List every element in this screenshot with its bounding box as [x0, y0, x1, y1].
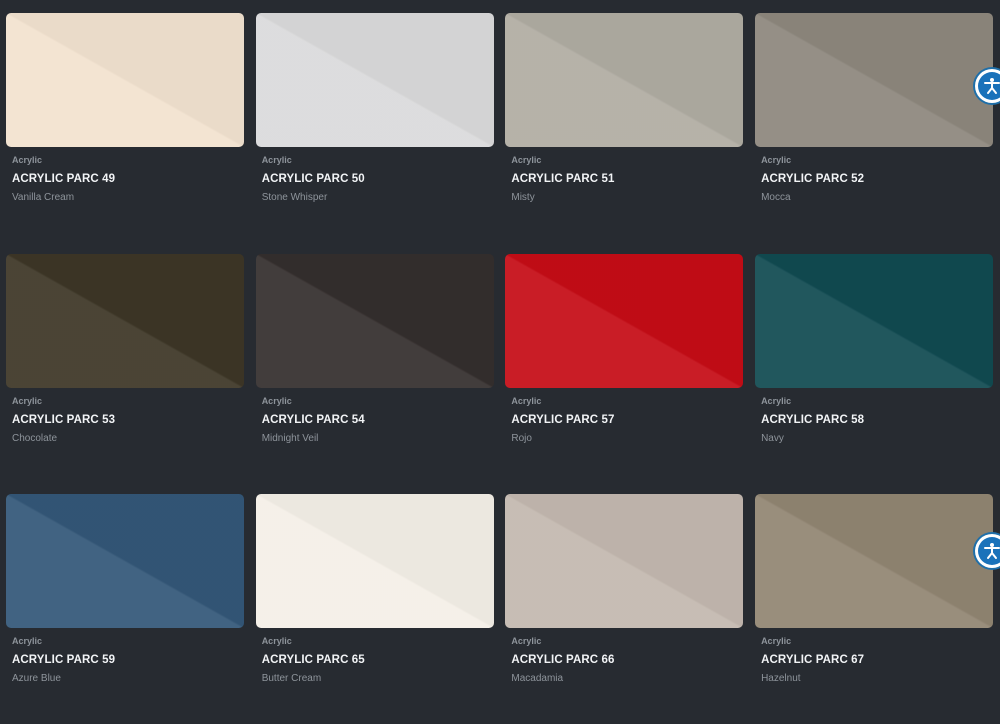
product-code[interactable]: ACRYLIC PARC 67	[761, 653, 993, 667]
product-category: Acrylic	[761, 155, 792, 165]
product-code[interactable]: ACRYLIC PARC 58	[761, 413, 993, 427]
product-code[interactable]: ACRYLIC PARC 57	[511, 413, 743, 427]
product-color-name: Chocolate	[12, 432, 58, 444]
product-code[interactable]: ACRYLIC PARC 65	[262, 653, 494, 667]
product-card[interactable]: Acrylic ACRYLIC PARC 57 Rojo	[505, 253, 744, 484]
product-color-name: Hazelnut	[761, 673, 801, 685]
product-category: Acrylic	[761, 636, 792, 647]
product-category: Acrylic	[261, 395, 292, 406]
color-swatch[interactable]	[255, 494, 494, 629]
product-code[interactable]: ACRYLIC PARC 59	[12, 653, 244, 667]
product-grid: Acrylic ACRYLIC PARC 49 Vanilla Cream Ac…	[6, 13, 994, 724]
product-color-name: Midnight Veil	[261, 432, 319, 444]
color-swatch[interactable]	[755, 13, 994, 147]
product-code[interactable]: ACRYLIC PARC 66	[511, 653, 743, 667]
product-category: Acrylic	[261, 636, 292, 647]
product-card[interactable]: Acrylic ACRYLIC PARC 58 Navy	[755, 253, 994, 484]
product-code[interactable]: ACRYLIC PARC 54	[262, 413, 494, 427]
color-swatch[interactable]	[6, 13, 244, 147]
color-swatch[interactable]	[6, 253, 244, 388]
color-swatch[interactable]	[255, 13, 494, 147]
color-swatch[interactable]	[755, 494, 994, 629]
product-category: Acrylic	[511, 155, 542, 165]
product-category: Acrylic	[511, 395, 542, 406]
color-swatch[interactable]	[755, 253, 994, 388]
color-swatch[interactable]	[255, 253, 494, 388]
product-card[interactable]: Acrylic ACRYLIC PARC 59 Azure Blue	[6, 494, 244, 724]
accessibility-icon	[978, 72, 1000, 100]
accessibility-icon	[978, 537, 1000, 565]
color-swatch[interactable]	[6, 494, 244, 629]
product-code[interactable]: ACRYLIC PARC 51	[511, 172, 743, 186]
product-color-name: Rojo	[511, 432, 532, 444]
product-color-name: Navy	[761, 432, 784, 444]
product-card[interactable]: Acrylic ACRYLIC PARC 50 Stone Whisper	[255, 13, 494, 243]
product-color-name: Vanilla Cream	[12, 192, 75, 203]
product-category: Acrylic	[12, 155, 43, 165]
product-card[interactable]: Acrylic ACRYLIC PARC 54 Midnight Veil	[255, 253, 494, 484]
product-card[interactable]: Acrylic ACRYLIC PARC 66 Macadamia	[505, 494, 744, 724]
product-color-name: Misty	[511, 192, 535, 203]
product-card[interactable]: Acrylic ACRYLIC PARC 65 Butter Cream	[255, 494, 494, 724]
product-color-name: Macadamia	[511, 673, 564, 685]
product-category: Acrylic	[261, 155, 292, 165]
product-color-name: Mocca	[761, 192, 791, 203]
color-swatch[interactable]	[505, 13, 744, 147]
product-category: Acrylic	[12, 395, 43, 406]
product-category: Acrylic	[761, 395, 792, 406]
product-code[interactable]: ACRYLIC PARC 52	[761, 172, 993, 186]
product-card[interactable]: Acrylic ACRYLIC PARC 52 Mocca	[755, 13, 994, 243]
product-code[interactable]: ACRYLIC PARC 50	[262, 172, 494, 186]
product-category: Acrylic	[12, 636, 43, 647]
color-swatch[interactable]	[505, 253, 744, 388]
product-card[interactable]: Acrylic ACRYLIC PARC 49 Vanilla Cream	[6, 13, 244, 243]
product-card[interactable]: Acrylic ACRYLIC PARC 51 Misty	[505, 13, 744, 243]
product-color-name: Azure Blue	[12, 673, 61, 685]
product-code[interactable]: ACRYLIC PARC 49	[12, 172, 244, 186]
product-card[interactable]: Acrylic ACRYLIC PARC 67 Hazelnut	[755, 494, 994, 724]
product-category: Acrylic	[511, 636, 542, 647]
product-code[interactable]: ACRYLIC PARC 53	[12, 413, 244, 427]
product-card[interactable]: Acrylic ACRYLIC PARC 53 Chocolate	[6, 253, 244, 484]
product-color-name: Butter Cream	[261, 673, 322, 685]
product-color-name: Stone Whisper	[261, 192, 328, 203]
color-swatch[interactable]	[505, 494, 744, 629]
